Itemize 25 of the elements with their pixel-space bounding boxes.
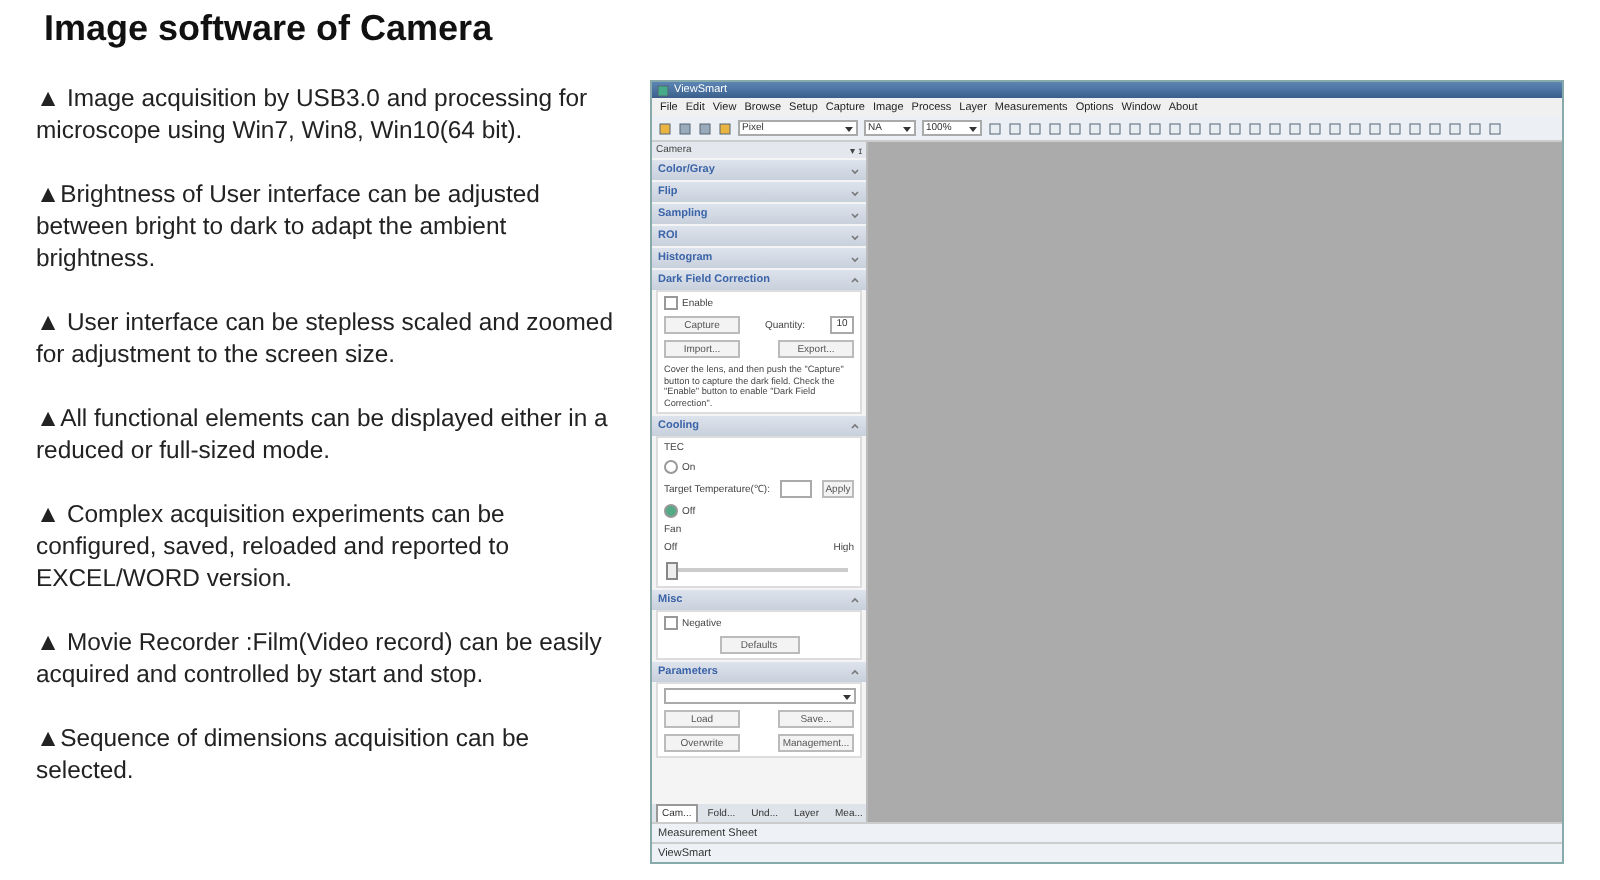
- feature-text: ▲ Complex acquisition experiments can be configured, saved, reloaded and reported to EXCEL/WORD version.: [36, 498, 511, 594]
- collapse-icon[interactable]: [850, 275, 860, 285]
- expand-icon[interactable]: [850, 187, 860, 197]
- temperature-field[interactable]: [779, 480, 812, 498]
- caret-icon[interactable]: [844, 123, 854, 133]
- fan-slider[interactable]: [670, 562, 848, 580]
- feature-text: ▲Brightness of User interface can be adjusted between bright to dark to adapt the ambient brightness.: [36, 178, 542, 274]
- expand-icon[interactable]: [850, 253, 860, 263]
- feature-text: ▲ Movie Recorder :Film(Video record) can be easily acquired and controlled by start and stop.: [36, 626, 604, 690]
- expand-icon[interactable]: [850, 165, 860, 175]
- caret-icon[interactable]: [902, 123, 912, 133]
- caret-icon[interactable]: [968, 123, 978, 133]
- app-icon[interactable]: [656, 83, 670, 97]
- feature-text: ▲All functional elements can be displayed either in a reduced or full-sized mode.: [36, 402, 610, 466]
- feature-text: ▲Sequence of dimensions acquisition can be selected.: [36, 722, 532, 786]
- collapse-icon[interactable]: [850, 421, 860, 431]
- expand-icon[interactable]: [850, 231, 860, 241]
- slider-thumb[interactable]: [666, 562, 678, 580]
- page-title: Image software of Camera: [44, 8, 495, 50]
- feature-text: ▲ User interface can be stepless scaled and zoomed for adjustment to the screen size.: [36, 306, 615, 370]
- feature-text: ▲ Image acquisition by USB3.0 and processing for microscope using Win7, Win8, Win10(64 bit).: [36, 82, 590, 146]
- expand-icon[interactable]: [850, 209, 860, 219]
- collapse-icon[interactable]: [850, 595, 860, 605]
- caret-icon[interactable]: [842, 691, 852, 701]
- collapse-icon[interactable]: [850, 667, 860, 677]
